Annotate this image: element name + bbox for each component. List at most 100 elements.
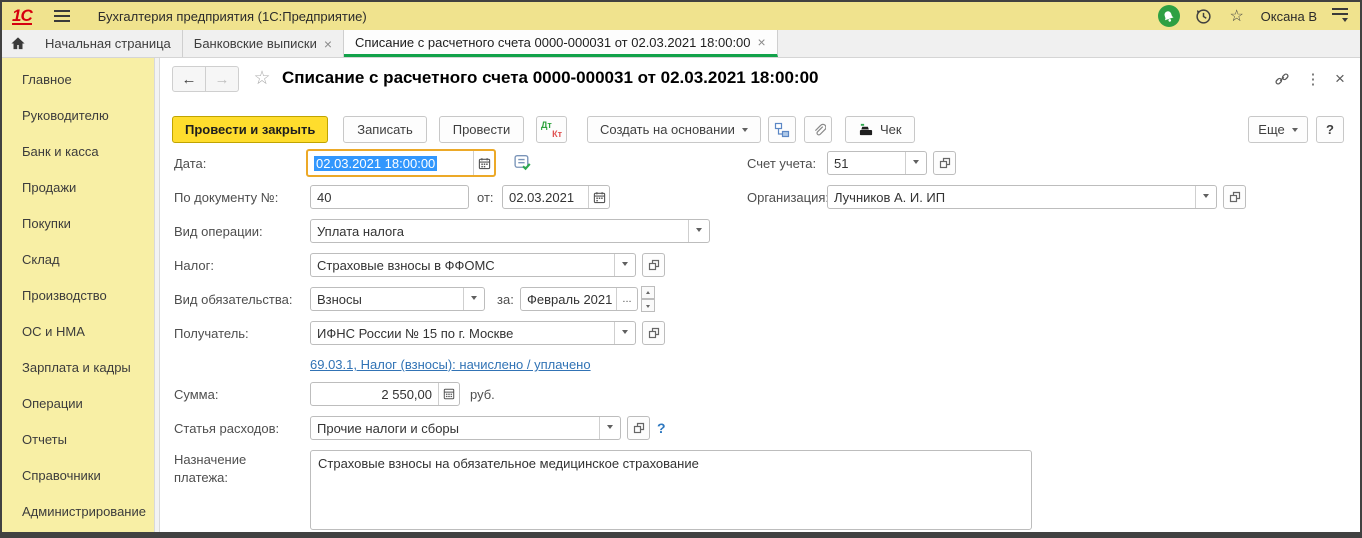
organization-field[interactable]: Лучников А. И. ИП — [827, 185, 1217, 209]
help-button[interactable]: ? — [1316, 116, 1344, 143]
doc-date-from-label: от: — [477, 190, 494, 205]
create-based-on-label: Создать на основании — [600, 122, 735, 137]
period-field[interactable]: Февраль 2021 ... — [520, 287, 638, 311]
sidebar-item-administrirovanie[interactable]: Администрирование — [2, 493, 154, 529]
main-menu-icon[interactable] — [53, 10, 70, 22]
amount-field[interactable]: 2 550,00 — [310, 382, 460, 406]
tab-nachalnaya-stranica[interactable]: Начальная страница — [34, 30, 183, 57]
sidebar-item-rukovoditelyu[interactable]: Руководителю — [2, 97, 154, 133]
related-documents-button[interactable] — [768, 116, 796, 143]
chevron-down-icon — [696, 227, 702, 235]
tax-dropdown-button[interactable] — [614, 254, 635, 276]
chevron-down-icon — [607, 424, 613, 432]
account-label: Счет учета: — [747, 156, 817, 171]
attachments-button[interactable] — [804, 116, 832, 143]
get-link-button[interactable] — [1272, 69, 1292, 89]
sidebar-item-sklad[interactable]: Склад — [2, 241, 154, 277]
close-form-button[interactable]: × — [1330, 69, 1350, 89]
expense-item-dropdown-button[interactable] — [599, 417, 620, 439]
tax-field[interactable]: Страховые взносы в ФФОМС — [310, 253, 636, 277]
period-choose-button[interactable]: ... — [616, 288, 637, 310]
tab-bankovskie-vypiski[interactable]: Банковские выписки × — [183, 30, 345, 57]
recipient-dropdown-button[interactable] — [614, 322, 635, 344]
tab-close-icon[interactable]: × — [758, 35, 766, 49]
notifications-button[interactable] — [1157, 5, 1180, 27]
tax-open-button[interactable] — [642, 253, 665, 277]
organization-open-button[interactable] — [1223, 185, 1246, 209]
sidebar-item-proizvodstvo[interactable]: Производство — [2, 277, 154, 313]
spinner-down-icon[interactable] — [641, 299, 655, 312]
favorites-button[interactable]: ☆ — [1228, 7, 1246, 25]
history-clock-icon — [1196, 8, 1211, 24]
date-field[interactable]: 02.03.2021 18:00:00 — [306, 149, 496, 177]
period-label: за: — [497, 292, 514, 307]
close-icon: × — [1335, 69, 1345, 88]
document-title: Списание с расчетного счета 0000-000031 … — [282, 68, 819, 87]
1c-logo: 1С — [12, 5, 33, 25]
history-button[interactable] — [1195, 7, 1213, 25]
create-based-on-button[interactable]: Создать на основании — [587, 116, 761, 143]
save-button[interactable]: Записать — [343, 116, 427, 143]
more-button[interactable]: Еще — [1248, 116, 1308, 143]
date-value: 02.03.2021 18:00:00 — [314, 155, 438, 171]
expense-item-value: Прочие налоги и сборы — [317, 420, 460, 436]
expense-item-help-link[interactable]: ? — [657, 420, 666, 436]
tab-home[interactable] — [2, 30, 34, 57]
recipient-field[interactable]: ИФНС России № 15 по г. Москве — [310, 321, 636, 345]
star-icon: ☆ — [1229, 8, 1244, 25]
obligation-type-label: Вид обязательства: — [174, 292, 293, 307]
settings-menu-icon[interactable] — [1332, 7, 1348, 25]
more-actions-button[interactable]: ⋮ — [1303, 69, 1323, 89]
more-label: Еще — [1258, 122, 1285, 137]
recipient-open-button[interactable] — [642, 321, 665, 345]
sidebar-item-os-i-nma[interactable]: ОС и НМА — [2, 313, 154, 349]
check-label: Чек — [880, 122, 902, 137]
sidebar-item-bank-i-kassa[interactable]: Банк и касса — [2, 133, 154, 169]
forward-button[interactable]: → — [205, 66, 239, 92]
operation-type-dropdown-button[interactable] — [688, 220, 709, 242]
doc-date-calendar-button[interactable] — [588, 186, 609, 208]
check-button[interactable]: Чек — [845, 116, 915, 143]
back-button[interactable]: ← — [172, 66, 206, 92]
period-spinner[interactable] — [641, 286, 655, 312]
doc-date-field[interactable]: 02.03.2021 — [502, 185, 610, 209]
expense-item-field[interactable]: Прочие налоги и сборы — [310, 416, 621, 440]
doc-number-field[interactable]: 40 — [310, 185, 469, 209]
tab-close-icon[interactable]: × — [324, 37, 332, 51]
sidebar-item-glavnoe[interactable]: Главное — [2, 61, 154, 97]
expense-item-open-button[interactable] — [627, 416, 650, 440]
sidebar-item-spravochniki[interactable]: Справочники — [2, 457, 154, 493]
amount-value: 2 550,00 — [381, 386, 432, 402]
account-dropdown-button[interactable] — [905, 152, 926, 174]
amount-calculator-button[interactable] — [438, 383, 459, 405]
payment-purpose-field[interactable]: Страховые взносы на обязательное медицин… — [310, 450, 1032, 530]
paperclip-icon — [814, 123, 826, 136]
tab-spisanie-active[interactable]: Списание с расчетного счета 0000-000031 … — [344, 30, 778, 57]
chevron-down-icon — [1291, 128, 1298, 135]
post-button[interactable]: Провести — [439, 116, 524, 143]
chevron-down-icon — [622, 261, 628, 269]
open-in-form-icon — [648, 259, 659, 271]
post-and-close-button[interactable]: Провести и закрыть — [172, 116, 329, 143]
sidebar-item-pokupki[interactable]: Покупки — [2, 205, 154, 241]
account-open-button[interactable] — [933, 151, 956, 175]
dt-kt-postings-button[interactable]: Дт Кт — [536, 116, 567, 143]
sidebar-item-zarplata-i-kadry[interactable]: Зарплата и кадры — [2, 349, 154, 385]
spinner-up-icon[interactable] — [641, 286, 655, 299]
obligation-dropdown-button[interactable] — [463, 288, 484, 310]
calendar-icon — [478, 157, 490, 169]
current-user[interactable]: Оксана В — [1261, 9, 1317, 24]
organization-dropdown-button[interactable] — [1195, 186, 1216, 208]
sidebar-item-prodazhi[interactable]: Продажи — [2, 169, 154, 205]
sidebar-item-otchety[interactable]: Отчеты — [2, 421, 154, 457]
account-field[interactable]: 51 — [827, 151, 927, 175]
sidebar-item-operacii[interactable]: Операции — [2, 385, 154, 421]
tax-account-link[interactable]: 69.03.1, Налог (взносы): начислено / упл… — [310, 357, 591, 372]
operation-type-value: Уплата налога — [317, 223, 404, 239]
date-calendar-button[interactable] — [473, 151, 494, 175]
obligation-type-field[interactable]: Взносы — [310, 287, 485, 311]
open-in-form-icon — [1229, 191, 1240, 203]
operation-type-field[interactable]: Уплата налога — [310, 219, 710, 243]
favorite-star-button[interactable]: ☆ — [252, 68, 272, 89]
document-form: ← → ☆ Списание с расчетного счета 0000-0… — [160, 58, 1360, 532]
